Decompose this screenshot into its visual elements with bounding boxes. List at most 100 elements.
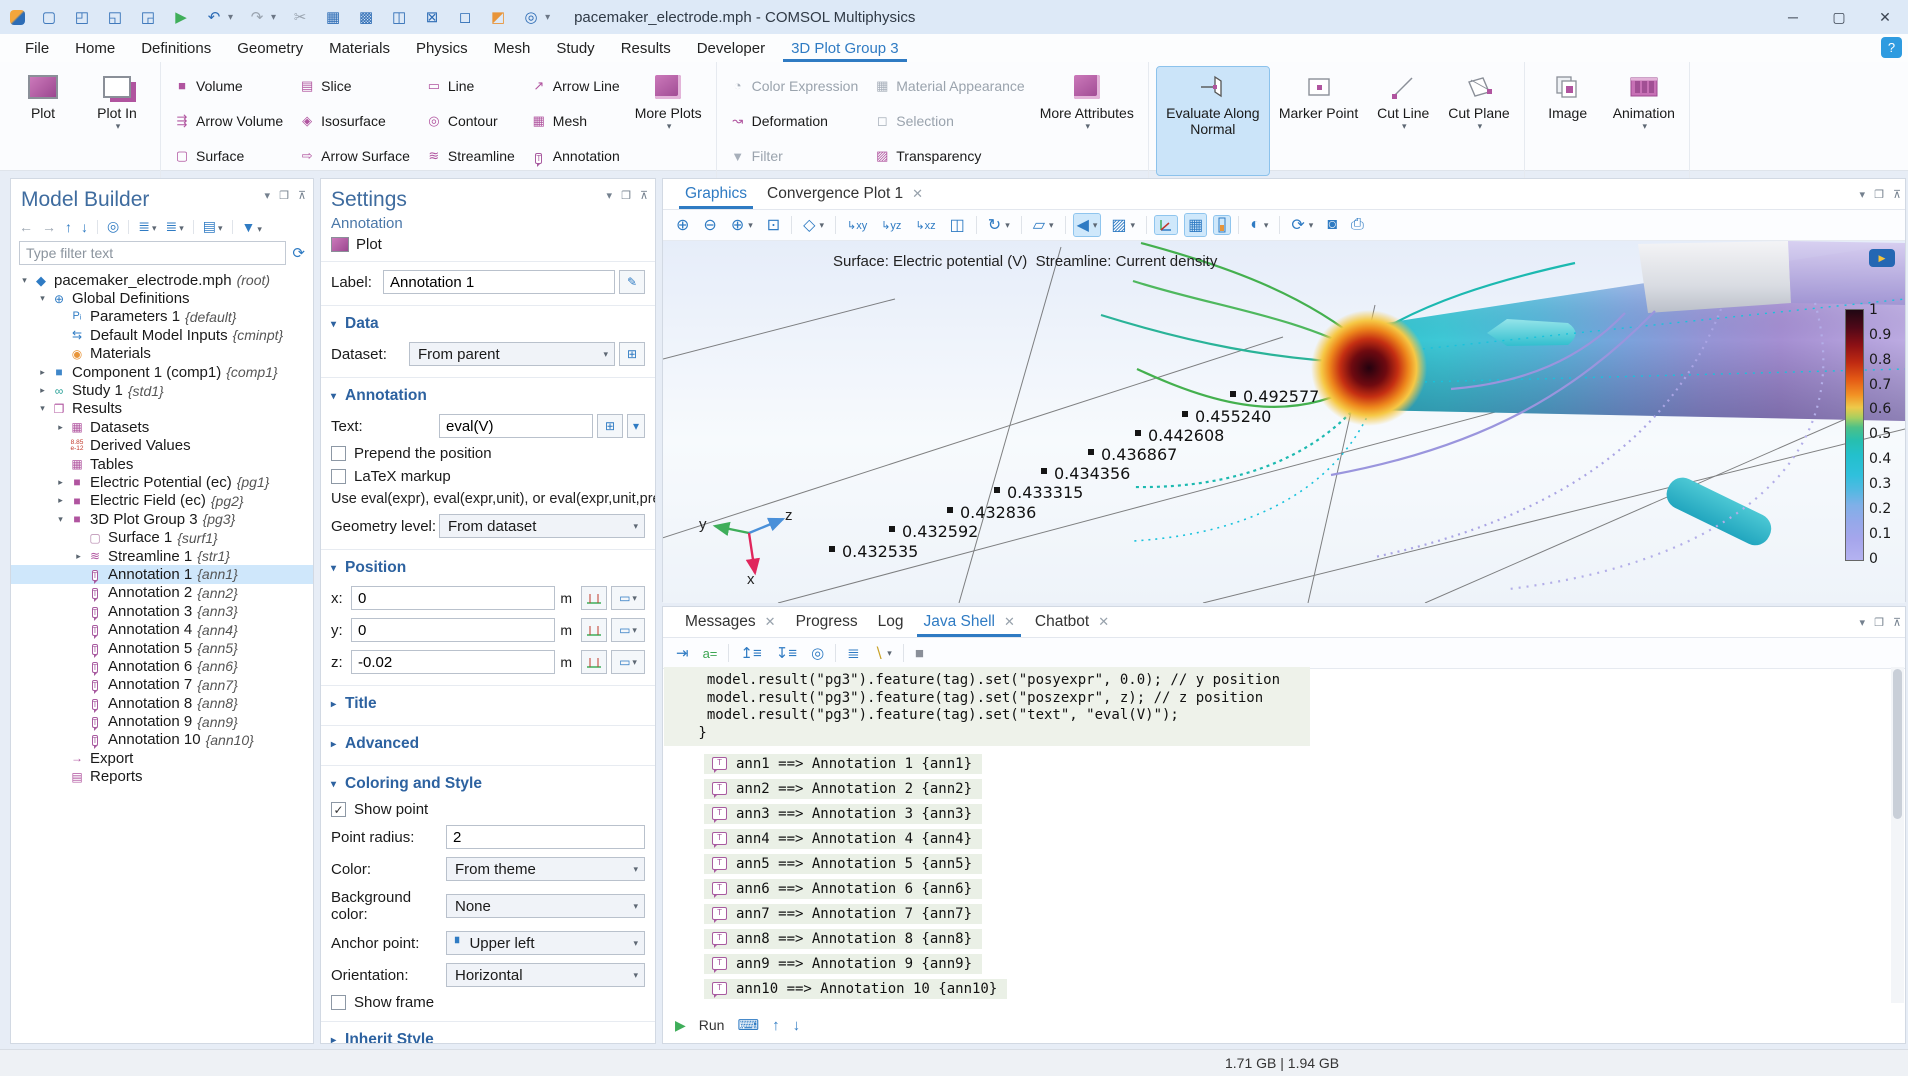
move-up-icon[interactable]: ↑ [65, 219, 72, 235]
view-xy-icon[interactable]: ↳xy [844, 218, 870, 233]
tree-item-annotation-2[interactable]: TAnnotation 2{ann2} [11, 584, 313, 602]
evaluate-along-normal-button[interactable]: Evaluate Along Normal [1157, 67, 1269, 175]
section-data[interactable]: ▾Data [321, 305, 655, 338]
point-radius-input[interactable] [446, 825, 645, 849]
forward-icon[interactable]: → [42, 219, 56, 235]
clear-shell-icon[interactable]: ∖▾ [871, 643, 895, 663]
x-unit-menu-icon[interactable]: ▭▾ [611, 586, 645, 610]
section-coloring-style[interactable]: ▾Coloring and Style [321, 765, 655, 798]
show-frame-checkbox[interactable] [331, 995, 346, 1010]
keyboard-icon[interactable]: ⌨ [737, 1016, 759, 1034]
prepend-position-checkbox[interactable] [331, 446, 346, 461]
tree-item-root[interactable]: ▾◆pacemaker_electrode.mph(root) [11, 271, 313, 289]
panel-float-icon[interactable]: ❐ [621, 189, 631, 202]
tab-study[interactable]: Study [543, 34, 607, 62]
tree-item-results[interactable]: ▾❐Results [11, 400, 313, 418]
refresh-icon[interactable]: ⟳ [292, 244, 305, 262]
collapse-all-icon[interactable]: ≣▾ [165, 218, 183, 235]
material-appearance-button[interactable]: ▦Material Appearance [871, 68, 1027, 103]
panel-pin-icon[interactable]: ⊼ [1893, 188, 1901, 201]
tab-home[interactable]: Home [62, 34, 128, 62]
view-xz-icon[interactable]: ↳xz [912, 218, 938, 233]
annotation-text-input[interactable] [439, 414, 593, 438]
tree-item-annotation-10[interactable]: TAnnotation 10{ann10} [11, 731, 313, 749]
latex-markup-checkbox[interactable] [331, 469, 346, 484]
tree-item-global-definitions[interactable]: ▾⊕Global Definitions [11, 289, 313, 307]
add-annotation-button[interactable]: TAnnotation [528, 139, 623, 174]
section-title[interactable]: ▸Title [321, 685, 655, 718]
add-arrow-line-button[interactable]: ↗Arrow Line [528, 68, 623, 103]
annotation-label-input[interactable] [383, 270, 615, 294]
java-shell-output[interactable]: model.result("pg3").feature(tag).set("po… [664, 667, 1890, 1003]
show-point-checkbox[interactable]: ✓ [331, 802, 346, 817]
find-icon[interactable]: ◎ [522, 8, 540, 26]
zoom-extents-icon[interactable]: ⊡ [764, 214, 783, 236]
close-icon[interactable]: ✕ [765, 614, 776, 630]
panel-menu-icon[interactable]: ▾ [1860, 188, 1866, 201]
panel-pin-icon[interactable]: ⊼ [1893, 616, 1901, 629]
tree-item-parameters[interactable]: PᵢParameters 1{default} [11, 308, 313, 326]
section-annotation[interactable]: ▾Annotation [321, 377, 655, 410]
customize-toolbar-icon[interactable]: ▾ [545, 12, 550, 23]
section-advanced[interactable]: ▸Advanced [321, 725, 655, 758]
rename-icon[interactable]: ✎ [619, 270, 645, 294]
add-arrow-volume-button[interactable]: ⇶Arrow Volume [171, 103, 286, 138]
panel-pin-icon[interactable]: ⊼ [298, 189, 306, 202]
tree-item-default-model-inputs[interactable]: ⇆Default Model Inputs{cminpt} [11, 326, 313, 344]
expression-insert-icon[interactable]: ⊞ [597, 414, 623, 438]
tab-chatbot[interactable]: Chatbot✕ [1025, 607, 1119, 637]
tab-file[interactable]: File [12, 34, 62, 62]
y-range-icon[interactable] [581, 618, 607, 642]
zoom-menu-icon[interactable]: ⊕▾ [728, 214, 756, 236]
camera-movie-icon[interactable]: ◫ [947, 214, 968, 236]
export-image-button[interactable]: Image [1533, 67, 1603, 175]
undo-dropdown-icon[interactable]: ▾ [228, 12, 233, 23]
expand-output-icon[interactable]: ↥≡ [737, 643, 764, 663]
tree-item-component-1[interactable]: ▸■Component 1 (comp1){comp1} [11, 363, 313, 381]
filter-button[interactable]: ▼Filter [727, 139, 862, 174]
tab-3d-plot-group-3[interactable]: 3D Plot Group 3 [778, 34, 912, 62]
tree-item-surface-1[interactable]: ▢Surface 1{surf1} [11, 528, 313, 546]
redo-dropdown-icon[interactable]: ▾ [271, 12, 276, 23]
history-down-icon[interactable]: ↓ [793, 1017, 801, 1034]
deformation-button[interactable]: ↝Deformation [727, 103, 862, 138]
tree-item-annotation-4[interactable]: TAnnotation 4{ann4} [11, 620, 313, 638]
tab-java-shell[interactable]: Java Shell✕ [913, 607, 1024, 637]
selection-button[interactable]: ◻Selection [871, 103, 1027, 138]
tree-item-annotation-8[interactable]: TAnnotation 8{ann8} [11, 694, 313, 712]
tree-item-3d-plot-group-3[interactable]: ▾■3D Plot Group 3{pg3} [11, 510, 313, 528]
more-attributes-button[interactable]: More Attributes▾ [1034, 67, 1140, 175]
new-file-icon[interactable]: ▢ [40, 8, 58, 26]
add-surface-button[interactable]: ▢Surface [171, 139, 286, 174]
tab-graphics[interactable]: Graphics [675, 179, 757, 209]
update-plot-icon[interactable]: ⟳▾ [1288, 214, 1316, 236]
node-columns-icon[interactable]: ▤▾ [203, 218, 223, 235]
transparency-button[interactable]: ▨Transparency [871, 139, 1027, 174]
color-theme-icon[interactable]: ◐▾ [1247, 215, 1271, 235]
add-contour-button[interactable]: ◎Contour [423, 103, 518, 138]
z-input[interactable] [351, 650, 555, 674]
section-inherit-style[interactable]: ▸Inherit Style [321, 1021, 655, 1044]
section-position[interactable]: ▾Position [321, 549, 655, 582]
view-yz-icon[interactable]: ↳yz [878, 218, 904, 233]
panel-pin-icon[interactable]: ⊼ [640, 189, 648, 202]
x-range-icon[interactable] [581, 586, 607, 610]
run-icon[interactable]: ▶ [172, 8, 190, 26]
cut-icon[interactable]: ✂ [291, 8, 309, 26]
minimize-button[interactable]: ─ [1770, 0, 1816, 34]
show-point-row[interactable]: ✓Show point [321, 798, 655, 821]
close-icon[interactable]: ✕ [912, 186, 923, 202]
tree-item-reports[interactable]: ▤Reports [11, 768, 313, 786]
tab-developer[interactable]: Developer [684, 34, 778, 62]
snapshot-icon[interactable]: ◙ [1324, 215, 1340, 235]
undo-icon[interactable]: ↶ [205, 8, 223, 26]
prepend-position-row[interactable]: Prepend the position [321, 442, 655, 465]
z-unit-menu-icon[interactable]: ▭▾ [611, 650, 645, 674]
console-scrollbar[interactable] [1891, 667, 1904, 1003]
y-input[interactable] [351, 618, 555, 642]
add-arrow-surface-button[interactable]: ⇨Arrow Surface [296, 139, 413, 174]
panel-menu-icon[interactable]: ▾ [265, 189, 271, 202]
tree-item-annotation-6[interactable]: TAnnotation 6{ann6} [11, 657, 313, 675]
color-expression-button[interactable]: ◔Color Expression [727, 68, 862, 103]
add-volume-button[interactable]: ■Volume [171, 68, 286, 103]
